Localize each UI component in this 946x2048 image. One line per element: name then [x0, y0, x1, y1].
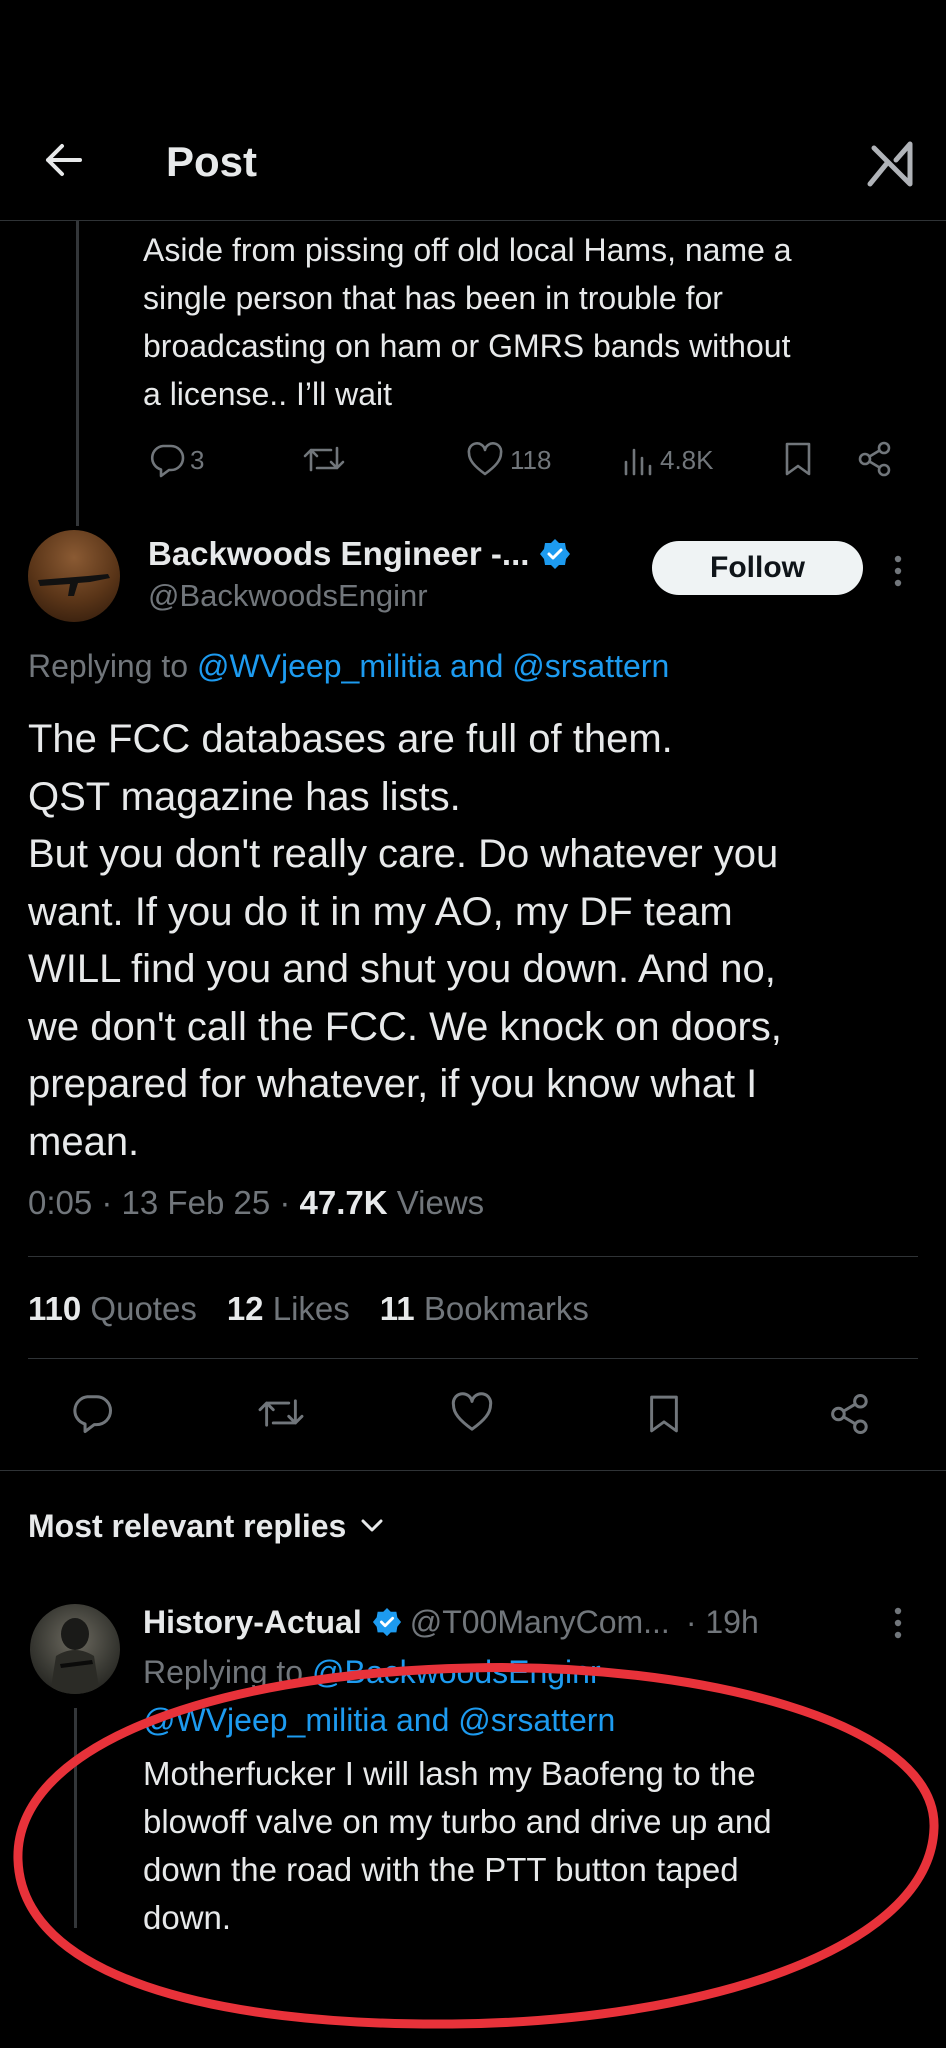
quotes-stat[interactable]: 110 Quotes — [28, 1290, 197, 1328]
reply-body-line: down. — [143, 1899, 232, 1936]
reply-body-line: Motherfucker I will lash my Baofeng to t… — [143, 1755, 756, 1792]
reply-more-icon[interactable] — [892, 1606, 904, 1640]
main-retweet-button[interactable] — [256, 1392, 306, 1434]
thread-line — [76, 221, 79, 526]
parent-post-line: broadcasting on ham or GMRS bands withou… — [143, 328, 791, 364]
bookmark-button[interactable] — [782, 440, 814, 478]
reply-icon — [70, 1392, 114, 1434]
verified-icon — [372, 1607, 402, 1637]
likes-stat[interactable]: 12 Likes — [227, 1290, 350, 1328]
share-icon — [856, 440, 894, 478]
main-post-line: prepared for whatever, if you know what … — [28, 1062, 758, 1106]
like-icon — [450, 1392, 494, 1434]
views-count: 4.8K — [660, 444, 714, 475]
reply-display-name[interactable]: History-Actual — [143, 1604, 362, 1641]
reply-body-line: blowoff valve on my turbo and drive up a… — [143, 1803, 772, 1840]
reply-body-line: down the road with the PTT button taped — [143, 1851, 739, 1888]
quotes-count: 110 — [28, 1290, 82, 1327]
reply-thread-line — [74, 1708, 77, 1928]
reply-replying-handle[interactable]: @BackwoodsEnginr — [312, 1654, 601, 1690]
likes-count: 12 — [226, 1290, 264, 1327]
post-meta: 0:05 · 13 Feb 25 · 47.7K Views — [28, 1184, 484, 1222]
reply-handle[interactable]: @T00ManyCom... — [410, 1604, 670, 1641]
bookmarks-count: 11 — [379, 1290, 415, 1327]
reply-avatar[interactable] — [30, 1604, 120, 1694]
retweet-icon — [302, 440, 346, 478]
main-like-button[interactable] — [450, 1392, 494, 1434]
back-arrow-icon[interactable] — [40, 140, 86, 180]
quotes-label: Quotes — [90, 1290, 197, 1327]
parent-post-line: Aside from pissing off old local Hams, n… — [143, 232, 792, 268]
views-count-main: 47.7K — [299, 1184, 388, 1221]
views-icon — [622, 442, 656, 478]
main-post-line: The FCC databases are full of them. — [28, 717, 673, 761]
main-share-button[interactable] — [828, 1392, 872, 1436]
main-post-body: The FCC databases are full of them. QST … — [28, 711, 928, 1171]
retweet-icon — [256, 1392, 306, 1434]
reply-replying-to: Replying to @BackwoodsEnginr @WVjeep_mil… — [143, 1648, 615, 1744]
replies-sort[interactable]: Most relevant replies — [28, 1504, 384, 1548]
replying-to-prefix: Replying to — [28, 648, 189, 684]
likes-label: Likes — [272, 1290, 350, 1327]
actions-divider — [0, 1470, 946, 1471]
parent-post-line: a license.. I’ll wait — [143, 376, 392, 412]
reply-icon — [148, 442, 186, 478]
replying-to-handles[interactable]: @WVjeep_militia and @srsattern — [197, 648, 669, 684]
like-count: 118 — [510, 444, 552, 475]
main-post-line: mean. — [28, 1119, 140, 1164]
bookmark-icon — [646, 1392, 682, 1436]
stats-divider-bottom — [28, 1358, 918, 1359]
main-post-line: WILL find you and shut you down. And no, — [28, 947, 776, 991]
main-reply-button[interactable] — [70, 1392, 114, 1434]
reply-replying-handles[interactable]: @WVjeep_militia and @srsattern — [143, 1696, 615, 1744]
bookmarks-stat[interactable]: 11 Bookmarks — [380, 1290, 589, 1328]
main-post-line: QST magazine has lists. — [28, 774, 461, 819]
post-timestamp[interactable]: 0:05 · 13 Feb 25 · — [28, 1184, 290, 1221]
reply-header: History-Actual @T00ManyCom... · 19h — [143, 1600, 759, 1644]
like-icon — [466, 442, 504, 478]
stats-divider-top — [28, 1256, 918, 1257]
reply-button[interactable]: 3 — [148, 440, 204, 480]
avatar[interactable] — [28, 530, 120, 622]
share-button[interactable] — [856, 440, 894, 478]
chevron-down-icon — [360, 1518, 384, 1534]
header-divider — [0, 220, 946, 221]
author-handle[interactable]: @BackwoodsEnginr — [148, 578, 428, 614]
retweet-button[interactable] — [302, 440, 346, 478]
parent-post-line: single person that has been in trouble f… — [143, 280, 723, 316]
views-button[interactable]: 4.8K — [622, 440, 714, 480]
author-display-name[interactable]: Backwoods Engineer -... — [148, 535, 529, 573]
reply-count: 3 — [190, 444, 205, 475]
reply-time: · 19h — [685, 1603, 759, 1640]
replying-to: Replying to @WVjeep_militia and @srsatte… — [28, 648, 669, 685]
main-bookmark-button[interactable] — [646, 1392, 682, 1436]
parent-post-text: Aside from pissing off old local Hams, n… — [143, 226, 933, 418]
grok-icon[interactable] — [866, 140, 916, 188]
bookmarks-label: Bookmarks — [423, 1290, 589, 1327]
more-icon[interactable] — [892, 554, 904, 588]
share-icon — [828, 1392, 872, 1436]
reply-replying-prefix: Replying to — [143, 1654, 304, 1690]
views-label: Views — [396, 1184, 485, 1221]
follow-button[interactable]: Follow — [652, 541, 863, 595]
author-name-row[interactable]: Backwoods Engineer -... — [148, 532, 571, 576]
main-post-line: But you don't really care. Do whatever y… — [28, 832, 779, 876]
verified-icon — [539, 538, 571, 570]
page-title: Post — [166, 138, 258, 185]
reply-body: Motherfucker I will lash my Baofeng to t… — [143, 1750, 933, 1942]
engagement-stats: 110 Quotes 12 Likes 11 Bookmarks — [28, 1290, 589, 1328]
main-post-line: we don't call the FCC. We knock on doors… — [28, 1004, 782, 1049]
replies-sort-label: Most relevant replies — [28, 1507, 347, 1544]
bookmark-icon — [782, 440, 814, 478]
main-post-line: want. If you do it in my AO, my DF team — [28, 889, 733, 934]
like-button[interactable]: 118 — [466, 440, 551, 480]
